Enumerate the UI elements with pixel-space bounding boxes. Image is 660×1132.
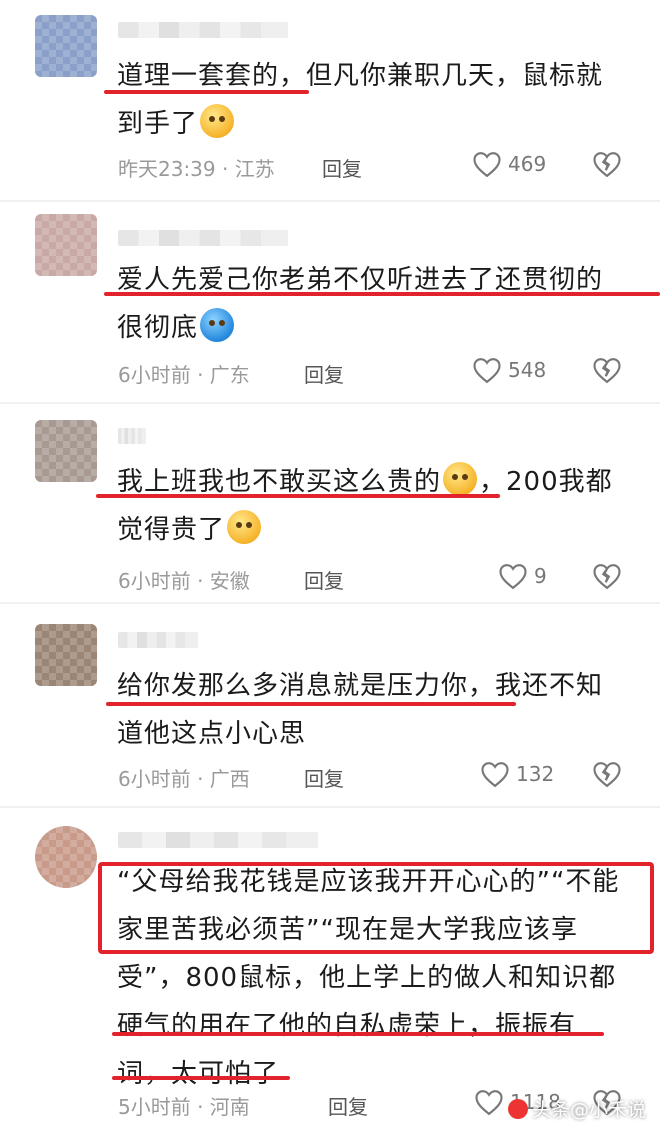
highlight-underline: [112, 1032, 604, 1036]
comment-meta: 6小时前 · 广东 回复 548: [118, 356, 660, 388]
time-location: 6小时前 · 广东: [118, 363, 250, 387]
divider: [0, 200, 660, 202]
time-location: 昨天23:39 · 江苏: [118, 157, 275, 181]
comment-line: 家里苦我必须苦”“现在是大学我应该享: [117, 915, 578, 945]
like-count: 548: [508, 358, 547, 382]
annoyed-emoji-icon: [227, 510, 262, 544]
reply-button[interactable]: 回复: [304, 763, 344, 792]
comment-line: 我上班我也不敢买这么贵的: [117, 467, 442, 497]
highlight-underline: [104, 90, 309, 94]
comment-line: 受”，800鼠标，他上学上的做人和知识都: [117, 963, 617, 993]
reply-button[interactable]: 回复: [322, 153, 362, 182]
comment-text: 给你发那么多消息就是压力你，我还不知 道他这点小心思: [117, 662, 637, 758]
dislike-broken-heart-icon[interactable]: [592, 150, 622, 178]
comment-line: 词，太可怕了: [117, 1059, 280, 1089]
username-blurred[interactable]: [118, 22, 288, 38]
avatar[interactable]: [35, 214, 97, 276]
heart-icon: [475, 1090, 503, 1116]
avatar[interactable]: [35, 15, 97, 77]
username-blurred[interactable]: [118, 832, 318, 848]
divider: [0, 402, 660, 404]
comment-line: ，200我都: [479, 467, 613, 497]
comment-line: 给你发那么多消息就是压力你，我还不知: [117, 671, 604, 701]
comment-text: 我上班我也不敢买这么贵的 ，200我都 觉得贵了: [117, 458, 637, 554]
reply-button[interactable]: 回复: [304, 565, 344, 594]
comment-text: 道理一套套的，但凡你兼职几天，鼠标就 到手了: [117, 52, 637, 148]
dislike-broken-heart-icon[interactable]: [592, 760, 622, 788]
comment-meta: 6小时前 · 安徽 回复 9: [118, 562, 660, 594]
like-count: 469: [508, 152, 547, 176]
comment-line: 很彻底: [117, 313, 199, 343]
like-button[interactable]: 132: [480, 760, 554, 788]
like-count: 9: [534, 564, 547, 588]
smirk-emoji-icon: [200, 104, 235, 138]
like-button[interactable]: 548: [472, 356, 546, 384]
highlight-underline: [96, 494, 500, 498]
avatar[interactable]: [35, 420, 97, 482]
username-blurred[interactable]: [118, 428, 146, 444]
reply-button[interactable]: 回复: [328, 1091, 368, 1120]
highlight-underline: [106, 702, 516, 706]
heart-icon: [473, 358, 501, 384]
comment-text: 爱人先爱己你老弟不仅听进去了还贯彻的 很彻底: [117, 256, 637, 352]
username-blurred[interactable]: [118, 632, 198, 648]
like-button[interactable]: 9: [498, 562, 547, 590]
comment-text: “父母给我花钱是应该我开开心心的”“不能 家里苦我必须苦”“现在是大学我应该享 …: [117, 858, 637, 1098]
time-location: 6小时前 · 广西: [118, 767, 250, 791]
comment-line: 道他这点小心思: [117, 719, 307, 749]
time-location: 5小时前 · 河南: [118, 1095, 250, 1119]
comment-line: 觉得贵了: [117, 515, 226, 545]
dizzy-emoji-icon: [443, 462, 478, 496]
watermark: 头条@小禾说: [507, 1095, 646, 1122]
watermark-text: 头条@小禾说: [531, 1099, 646, 1121]
time-location: 6小时前 · 安徽: [118, 569, 250, 593]
highlight-underline: [104, 292, 660, 296]
heart-icon: [481, 762, 509, 788]
like-count: 132: [516, 762, 555, 786]
toutiao-logo-icon: [507, 1098, 528, 1119]
avatar[interactable]: [35, 826, 97, 888]
reply-button[interactable]: 回复: [304, 359, 344, 388]
comment-line: 到手了: [117, 109, 199, 139]
comment-meta: 6小时前 · 广西 回复 132: [118, 760, 660, 792]
comment-meta: 昨天23:39 · 江苏 回复 469: [118, 150, 660, 182]
highlight-underline: [112, 1076, 290, 1080]
comment-line: 道理一套套的，但凡你兼职几天，鼠标就: [117, 61, 604, 91]
divider: [0, 806, 660, 808]
heart-icon: [499, 564, 527, 590]
comment-line: 硬气的用在了他的自私虚荣上，振振有: [117, 1011, 577, 1041]
username-blurred[interactable]: [118, 230, 288, 246]
comment-line: 爱人先爱己你老弟不仅听进去了还贯彻的: [117, 265, 604, 295]
heart-icon: [473, 152, 501, 178]
dislike-broken-heart-icon[interactable]: [592, 562, 622, 590]
dislike-broken-heart-icon[interactable]: [592, 356, 622, 384]
scared-emoji-icon: [200, 308, 235, 342]
divider: [0, 602, 660, 604]
like-button[interactable]: 469: [472, 150, 546, 178]
avatar[interactable]: [35, 624, 97, 686]
comment-line: “父母给我花钱是应该我开开心心的”“不能: [117, 867, 620, 897]
